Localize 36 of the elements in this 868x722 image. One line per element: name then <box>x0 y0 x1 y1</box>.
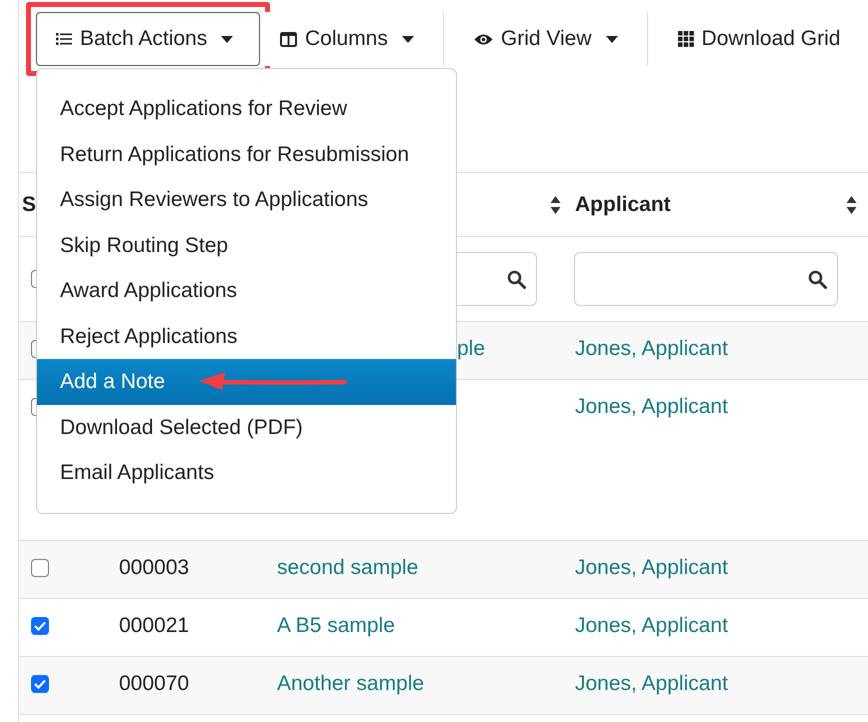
column-header: S <box>22 192 36 216</box>
columns-icon <box>280 32 297 46</box>
table-cell: 000070 <box>119 672 190 696</box>
title-link[interactable]: ple <box>457 337 486 361</box>
menu-item[interactable]: Award Applications <box>37 268 456 314</box>
list-icon <box>56 32 72 46</box>
search-icon <box>808 270 827 288</box>
toolbar-button[interactable]: Batch Actions <box>36 12 260 66</box>
checkbox[interactable] <box>31 559 49 577</box>
menu-item[interactable]: Return Applications for Resubmission <box>37 132 456 177</box>
eye-icon <box>474 32 493 46</box>
table-cell: 000021 <box>119 614 190 638</box>
menu-item[interactable]: Assign Reviewers to Applications <box>37 177 456 222</box>
filter-field[interactable] <box>574 252 838 306</box>
table-cell: 000003 <box>119 556 190 580</box>
grid-icon <box>678 31 694 47</box>
applicant-link[interactable]: Jones, Applicant <box>575 395 728 419</box>
checkbox[interactable] <box>31 617 49 635</box>
menu-item[interactable]: Add a Note <box>37 359 456 404</box>
menu-item[interactable]: Skip Routing Step <box>37 222 456 268</box>
title-link[interactable]: second sample <box>277 556 418 580</box>
applicant-link[interactable]: Jones, Applicant <box>575 556 728 580</box>
sort-icon[interactable] <box>550 194 561 214</box>
applicant-link[interactable]: Jones, Applicant <box>575 337 728 361</box>
menu-item[interactable]: Email Applicants <box>37 450 456 496</box>
sort-icon[interactable] <box>846 194 857 214</box>
title-link[interactable]: A B5 sample <box>277 614 395 638</box>
title-link[interactable]: Another sample <box>277 672 424 696</box>
menu-item[interactable]: Reject Applications <box>37 314 456 359</box>
checkbox[interactable] <box>31 675 49 693</box>
column-header: Applicant <box>575 192 671 216</box>
menu-item[interactable]: Download Selected (PDF) <box>37 404 456 450</box>
applicant-link[interactable]: Jones, Applicant <box>575 614 728 638</box>
applicant-link[interactable]: Jones, Applicant <box>575 672 728 696</box>
search-icon <box>507 270 526 288</box>
menu-item[interactable]: Accept Applications for Review <box>37 86 456 132</box>
